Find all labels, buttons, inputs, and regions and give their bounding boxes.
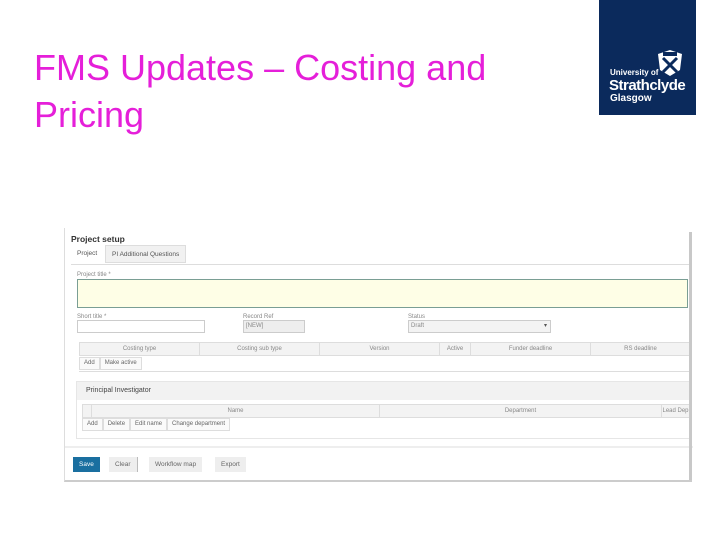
scrollbar[interactable]: [689, 232, 692, 480]
costing-toolbar: Add Make active: [79, 357, 142, 370]
tab-divider: [71, 264, 691, 265]
pi-add-button[interactable]: Add: [82, 418, 103, 431]
pi-table-header: Name Department Lead Dep: [82, 404, 690, 418]
project-title-label: Project title *: [77, 272, 111, 278]
costing-table-header: Costing type Costing sub type Version Ac…: [79, 342, 691, 356]
project-title-input[interactable]: [77, 279, 688, 308]
page-title: Project setup: [71, 234, 125, 244]
pi-panel: Principal Investigator Name Department L…: [76, 381, 691, 439]
logo-text-strathclyde: Strathclyde: [609, 77, 686, 94]
slide-title: FMS Updates – Costing and Pricing: [34, 44, 574, 138]
select-all-checkbox[interactable]: [83, 405, 92, 417]
save-button[interactable]: Save: [73, 457, 100, 472]
logo-text-university: University of: [610, 68, 659, 77]
title-line-1: FMS Updates – Costing and: [34, 47, 487, 88]
column-lead-dep[interactable]: Lead Dep: [662, 405, 689, 417]
clear-button[interactable]: Clear: [109, 457, 138, 472]
workflow-map-button[interactable]: Workflow map: [149, 457, 203, 472]
record-ref-field: [NEW]: [243, 320, 305, 333]
column-active[interactable]: Active: [440, 343, 471, 355]
crest-icon: [658, 50, 682, 76]
status-value: Draft: [411, 323, 425, 329]
footer-divider: [65, 446, 693, 448]
column-funder-deadline[interactable]: Funder deadline: [471, 343, 591, 355]
pi-delete-button[interactable]: Delete: [102, 418, 131, 431]
short-title-input[interactable]: [77, 320, 205, 333]
pi-toolbar: Add Delete Edit name Change department: [82, 418, 690, 431]
column-version[interactable]: Version: [320, 343, 440, 355]
title-line-2: Pricing: [34, 94, 145, 135]
column-costing-type[interactable]: Costing type: [80, 343, 200, 355]
fms-screenshot: Project setup Project PI Additional Ques…: [64, 228, 693, 482]
change-department-button[interactable]: Change department: [167, 418, 231, 431]
logo-text-glasgow: Glasgow: [610, 93, 652, 104]
divider: [79, 371, 691, 372]
status-select[interactable]: Draft ▾: [408, 320, 551, 333]
university-logo: University of Strathclyde Glasgow: [599, 0, 696, 115]
make-active-button[interactable]: Make active: [99, 357, 142, 370]
column-department[interactable]: Department: [380, 405, 662, 417]
tab-pi-additional-questions[interactable]: PI Additional Questions: [105, 245, 187, 263]
costing-add-button[interactable]: Add: [79, 357, 100, 370]
edit-name-button[interactable]: Edit name: [130, 418, 168, 431]
export-button[interactable]: Export: [215, 457, 246, 472]
tab-project[interactable]: Project: [71, 245, 103, 263]
column-name[interactable]: Name: [92, 405, 380, 417]
chevron-down-icon: ▾: [543, 323, 547, 329]
pi-heading: Principal Investigator: [77, 382, 690, 400]
column-costing-sub-type[interactable]: Costing sub type: [200, 343, 320, 355]
column-rs-deadline[interactable]: RS deadline: [591, 343, 690, 355]
